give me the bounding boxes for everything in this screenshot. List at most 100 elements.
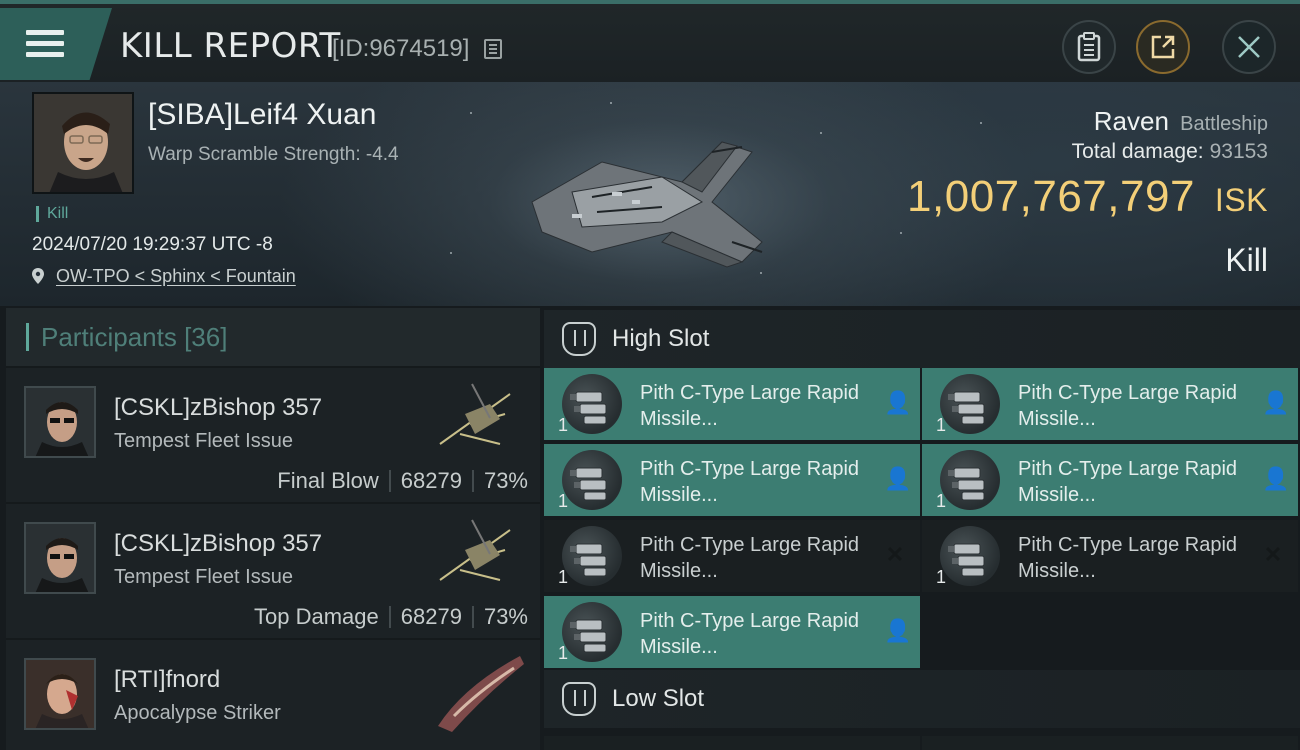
module-item[interactable]: 1 Pith C-Type Large Rapid Missile... ✕ xyxy=(922,520,1298,592)
low-slot-modules xyxy=(544,736,1300,750)
participant-stats: Top Damage 68279 73% xyxy=(254,604,528,630)
clipboard-icon xyxy=(1077,32,1101,62)
participant-row[interactable]: [CSKL]zBishop 357 Tempest Fleet Issue Fi… xyxy=(6,366,540,502)
participant-name[interactable]: [CSKL]zBishop 357 xyxy=(114,394,322,422)
ship-class: Battleship xyxy=(1180,113,1268,135)
victim-header: [SIBA]Leif4 Xuan Warp Scramble Strength:… xyxy=(0,82,1300,306)
share-icon xyxy=(1151,35,1175,59)
participant-row[interactable]: + [RTI]fnord Apocalypse Striker xyxy=(6,638,540,750)
participant-stats: Final Blow 68279 73% xyxy=(277,468,528,494)
kill-result: Kill xyxy=(1225,242,1268,278)
destroyed-x-icon: ✕ xyxy=(885,542,905,567)
ship-name[interactable]: Raven Battleship xyxy=(1094,106,1268,137)
victim-avatar[interactable] xyxy=(32,92,134,194)
module-quantity: 1 xyxy=(558,567,569,587)
dropped-person-icon: 👤 xyxy=(1262,390,1290,415)
isk-amount: 1,007,767,797 xyxy=(907,172,1195,221)
total-damage-value: 93153 xyxy=(1209,140,1268,163)
participant-ship: Tempest Fleet Issue xyxy=(114,566,293,588)
missile-launcher-icon xyxy=(562,602,622,662)
participant-name[interactable]: [RTI]fnord xyxy=(114,666,220,694)
participant-row[interactable]: [CSKL]zBishop 357 Tempest Fleet Issue To… xyxy=(6,502,540,638)
plus-badge-icon: + xyxy=(94,710,96,728)
dropped-person-icon: 👤 xyxy=(884,390,912,415)
participant-ship-image xyxy=(439,519,511,581)
close-icon xyxy=(1238,36,1260,58)
low-slot-label: Low Slot xyxy=(612,685,705,712)
kill-location[interactable]: OW-TPO < Sphinx < Fountain xyxy=(32,266,296,287)
total-damage-label: Total damage: xyxy=(1071,140,1204,163)
module-quantity: 1 xyxy=(936,567,947,587)
close-button[interactable] xyxy=(1222,20,1276,74)
location-link[interactable]: OW-TPO < Sphinx < Fountain xyxy=(56,266,296,286)
module-item[interactable]: 1 Pith C-Type Large Rapid Missile... 👤 xyxy=(544,444,920,516)
missile-launcher-icon xyxy=(562,450,622,510)
participants-label: Participants xyxy=(41,321,177,352)
page-title: KILL REPORT xyxy=(120,26,341,66)
module-name: Pith C-Type Large Rapid Missile... xyxy=(640,382,860,430)
high-slot-modules: 1 Pith C-Type Large Rapid Missile... 👤 1… xyxy=(544,368,1300,668)
victim-name[interactable]: [SIBA]Leif4 Xuan xyxy=(148,98,377,132)
top-bar: KILL REPORT [ID:9674519] xyxy=(0,0,1300,82)
module-quantity: 1 xyxy=(936,415,947,435)
participant-avatar[interactable] xyxy=(24,522,96,594)
participant-avatar[interactable] xyxy=(24,386,96,458)
dropped-person-icon: 👤 xyxy=(884,618,912,643)
participant-damage: 68279 xyxy=(400,604,462,629)
module-quantity: 1 xyxy=(936,491,947,511)
isk-unit: ISK xyxy=(1214,182,1268,218)
participant-role: Final Blow xyxy=(277,468,379,493)
module-item[interactable]: 1 Pith C-Type Large Rapid Missile... 👤 xyxy=(544,596,920,668)
module-item[interactable]: 1 Pith C-Type Large Rapid Missile... 👤 xyxy=(544,368,920,440)
participant-avatar[interactable]: + xyxy=(24,658,96,730)
participant-role: Top Damage xyxy=(254,604,379,629)
share-button[interactable] xyxy=(1136,20,1190,74)
missile-launcher-icon xyxy=(562,526,622,586)
report-id: [ID:9674519] xyxy=(332,35,470,62)
participant-ship-image xyxy=(438,656,524,732)
module-item[interactable] xyxy=(922,736,1298,750)
participant-ship: Apocalypse Striker xyxy=(114,702,281,724)
empty-cell xyxy=(922,596,1298,668)
fitting-panel: High Slot 1 Pith C-Type Large Rapid Miss… xyxy=(544,310,1300,750)
participant-ship-image xyxy=(439,383,511,445)
high-slot-header: High Slot xyxy=(544,310,1300,368)
dropped-person-icon: 👤 xyxy=(1262,466,1290,491)
participant-damage: 68279 xyxy=(400,468,462,493)
missile-launcher-icon xyxy=(562,374,622,434)
high-slot-icon xyxy=(562,322,596,356)
low-slot-header: Low Slot xyxy=(544,670,1300,728)
participant-percent: 73% xyxy=(483,604,528,629)
low-slot-icon xyxy=(562,682,596,716)
module-item[interactable]: 1 Pith C-Type Large Rapid Missile... 👤 xyxy=(922,368,1298,440)
module-name: Pith C-Type Large Rapid Missile... xyxy=(1018,458,1238,506)
module-quantity: 1 xyxy=(558,491,569,511)
missile-launcher-icon xyxy=(940,526,1000,586)
destroyed-x-icon: ✕ xyxy=(1263,542,1283,567)
accent-bar xyxy=(26,323,29,351)
participant-percent: 73% xyxy=(483,468,528,493)
module-quantity: 1 xyxy=(558,415,569,435)
module-item[interactable]: 1 Pith C-Type Large Rapid Missile... ✕ xyxy=(544,520,920,592)
missile-launcher-icon xyxy=(940,450,1000,510)
participants-panel: Participants [36] [CSKL]zBishop 357 Temp… xyxy=(6,308,540,750)
module-name: Pith C-Type Large Rapid Missile... xyxy=(1018,534,1238,582)
menu-button[interactable] xyxy=(0,8,112,80)
menu-icon xyxy=(26,30,64,60)
location-pin-icon xyxy=(32,268,44,284)
missile-launcher-icon xyxy=(940,374,1000,434)
ship-type: Raven xyxy=(1093,106,1169,136)
kill-tag: Kill xyxy=(36,206,68,222)
module-item[interactable]: 1 Pith C-Type Large Rapid Missile... 👤 xyxy=(922,444,1298,516)
victim-ship-image xyxy=(531,141,763,268)
module-quantity: 1 xyxy=(558,643,569,663)
copy-icon[interactable] xyxy=(484,39,502,59)
participant-ship: Tempest Fleet Issue xyxy=(114,430,293,452)
module-item[interactable] xyxy=(544,736,920,750)
participants-count: [36] xyxy=(184,321,228,352)
clipboard-button[interactable] xyxy=(1062,20,1116,74)
high-slot-label: High Slot xyxy=(612,325,710,352)
warp-scramble-strength: Warp Scramble Strength: -4.4 xyxy=(148,144,399,165)
participant-name[interactable]: [CSKL]zBishop 357 xyxy=(114,530,322,558)
participants-header[interactable]: Participants [36] xyxy=(6,308,540,366)
